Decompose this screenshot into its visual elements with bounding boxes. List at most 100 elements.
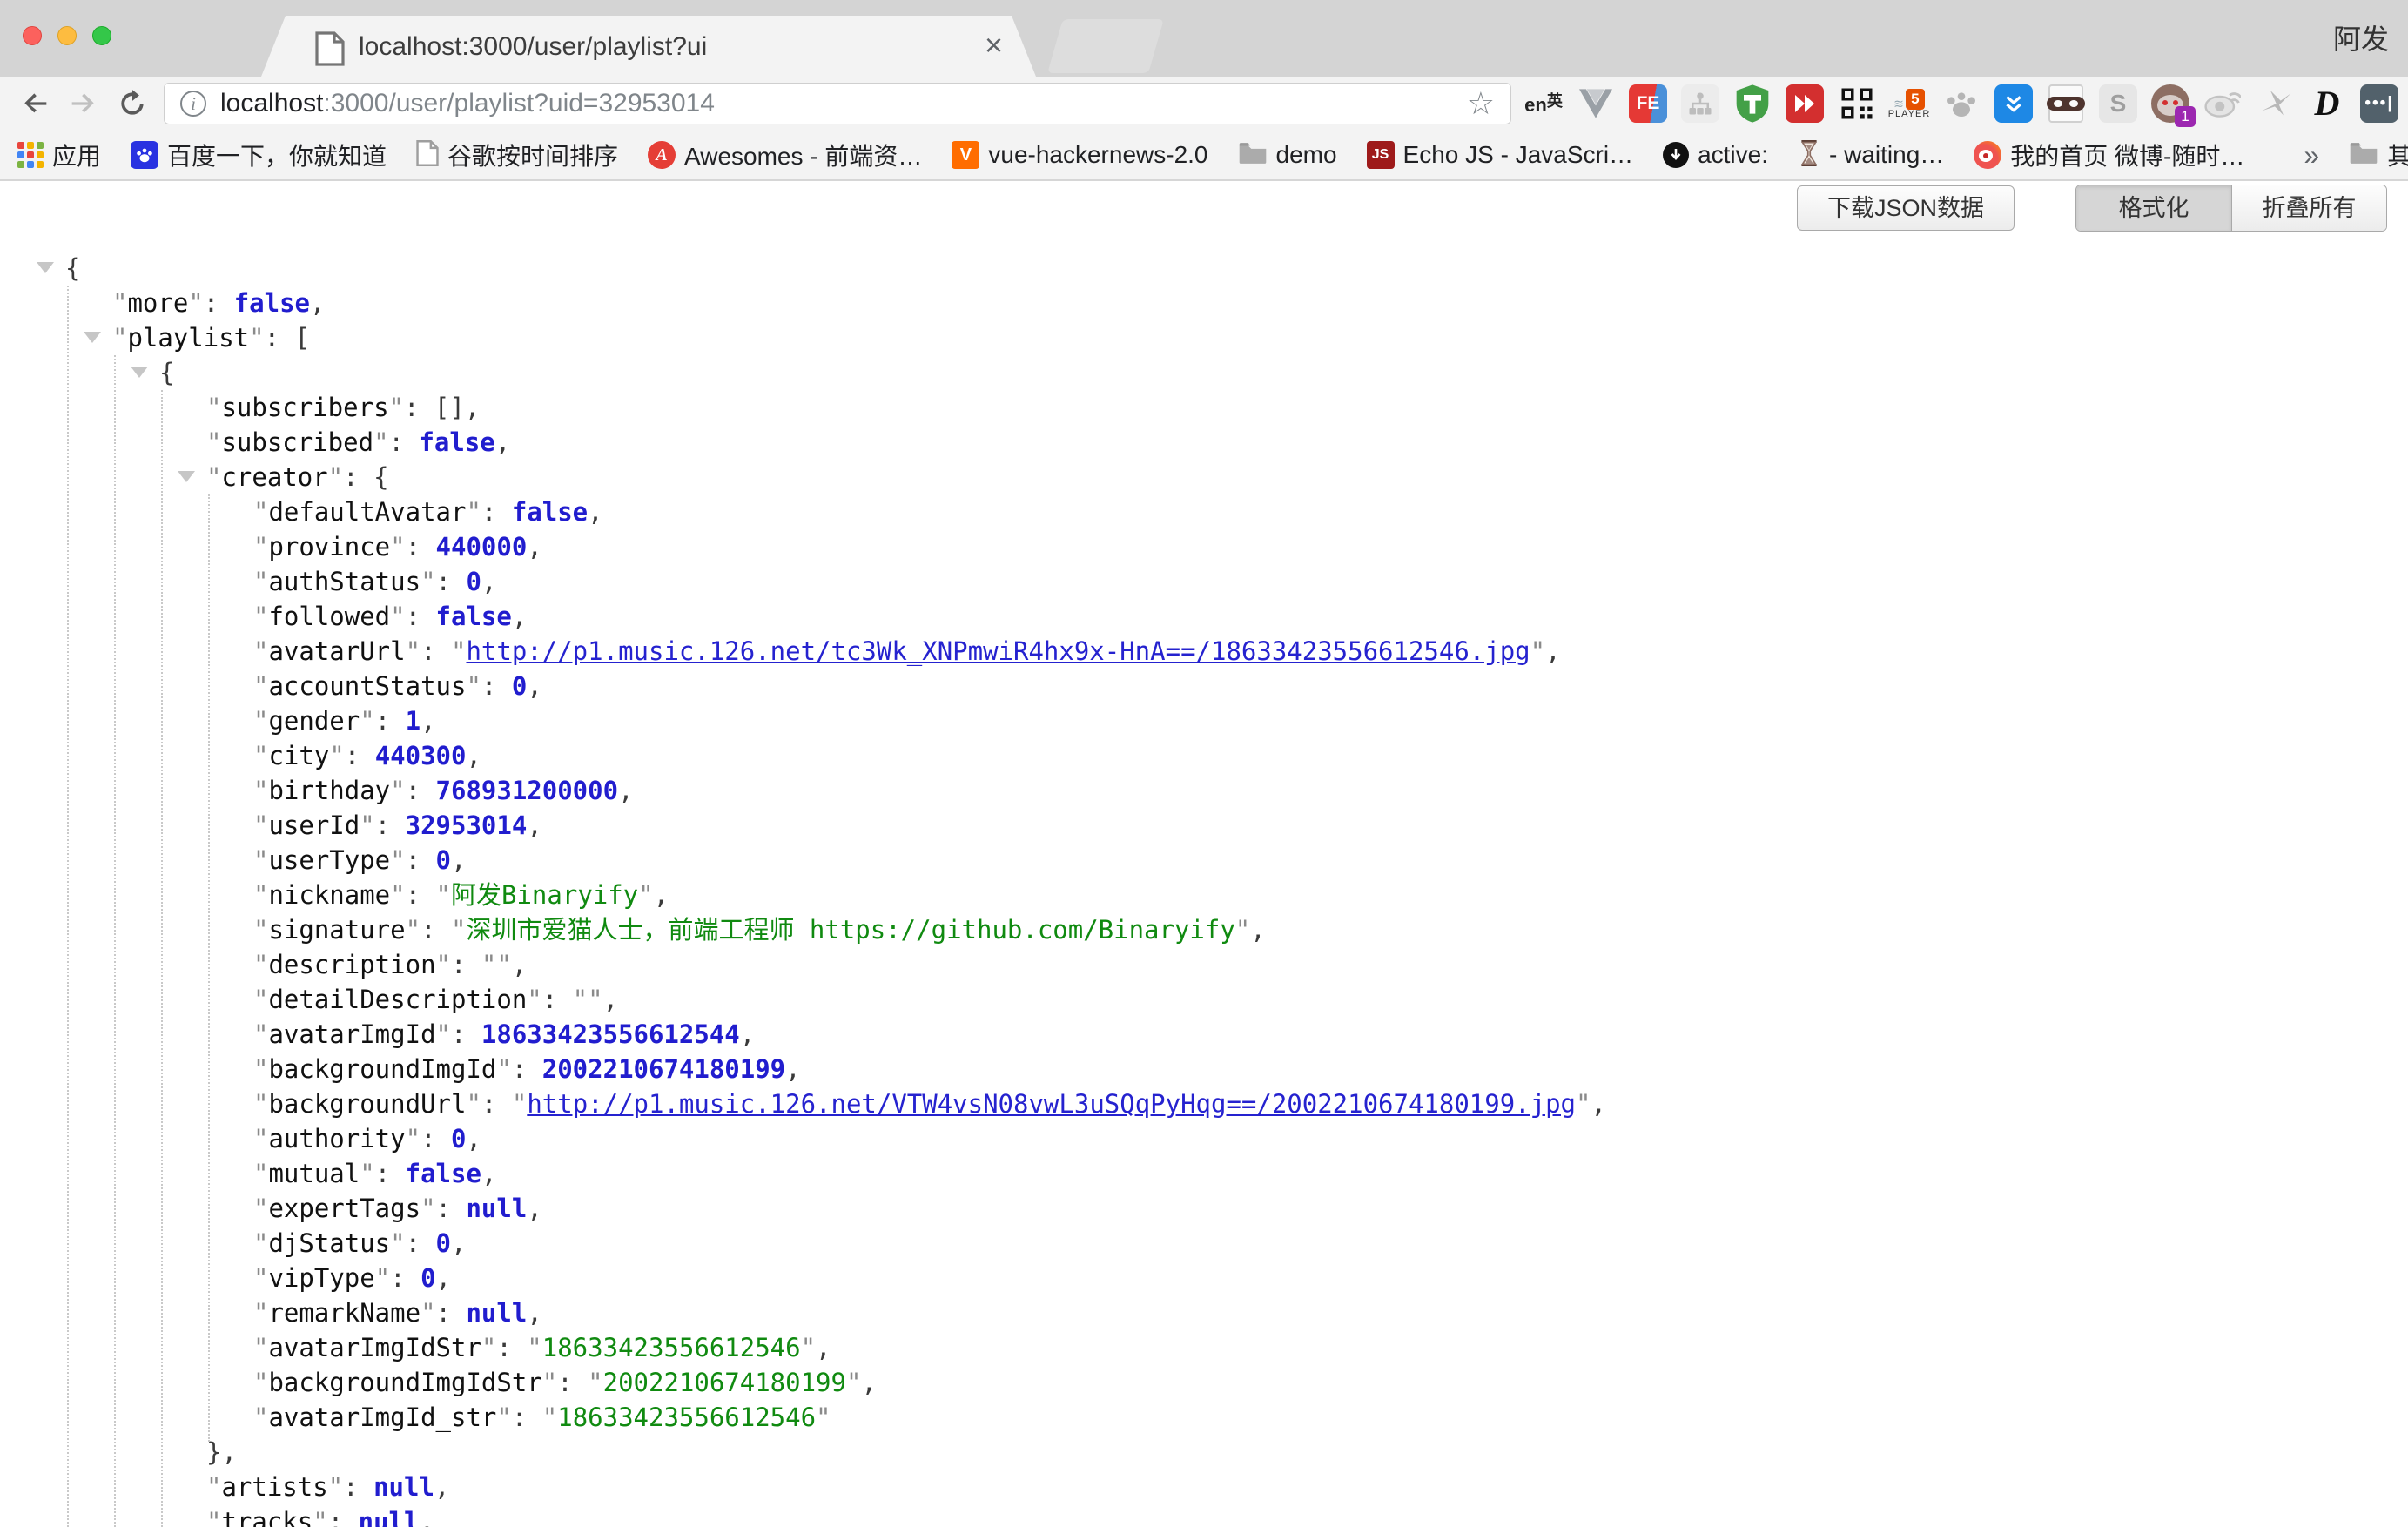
json-token: , (740, 1019, 755, 1049)
bookmark-echojs[interactable]: JSEcho JS - JavaScri… (1367, 141, 1634, 169)
new-tab-button[interactable] (1047, 19, 1164, 73)
back-button[interactable] (10, 79, 59, 128)
tampermonkey-extension-icon[interactable]: 1 (2150, 84, 2190, 124)
json-token: " (390, 845, 405, 875)
json-link[interactable]: http://p1.music.126.net/tc3Wk_XNPmwiR4hx… (466, 636, 1530, 666)
bookmark-baidu[interactable]: 百度一下，你就知道 (131, 138, 387, 172)
vue-devtools-extension-icon[interactable] (1576, 84, 1616, 124)
json-line: "authority": 0, (0, 1121, 2408, 1156)
translate-extension-icon[interactable]: en英 (1523, 84, 1564, 124)
video-speed-extension-icon[interactable] (1785, 84, 1825, 124)
page-info-icon[interactable]: i (180, 91, 206, 117)
url-text[interactable]: localhost:3000/user/playlist?uid=3295301… (220, 89, 1460, 118)
json-token: tracks (221, 1507, 313, 1527)
bookmark-apps[interactable]: 应用 (17, 138, 101, 172)
qrcode-extension-icon[interactable] (1837, 84, 1877, 124)
collapse-all-button[interactable]: 折叠所有 (2231, 185, 2386, 231)
json-token: " (436, 950, 451, 979)
json-token: " (253, 497, 268, 527)
fehelper-extension-icon[interactable]: FE (1628, 84, 1668, 124)
json-token: 32953014 (406, 811, 528, 840)
json-token: backgroundImgIdStr (268, 1368, 541, 1397)
devdocs-extension-icon[interactable]: D (2307, 84, 2347, 124)
json-line: "nickname": "阿发Binaryify", (0, 878, 2408, 912)
omnibox[interactable]: i localhost:3000/user/playlist?uid=32953… (164, 83, 1511, 124)
mask-document-extension-icon[interactable] (2046, 84, 2086, 124)
json-token: nickname (268, 880, 390, 910)
json-token: signature (268, 915, 405, 945)
json-token: , (527, 811, 541, 840)
json-line: "userType": 0, (0, 843, 2408, 878)
zoom-window-button[interactable] (92, 26, 111, 45)
download-json-button[interactable]: 下载JSON数据 (1797, 185, 2015, 231)
json-token: : (420, 915, 451, 945)
bookmark-label: 我的首页 微博-随时… (2010, 138, 2244, 172)
json-token: , (1545, 636, 1560, 666)
json-token: 440300 (375, 741, 467, 770)
blue-chevrons-extension-icon[interactable] (1994, 84, 2034, 124)
profile-name[interactable]: 阿发 (2333, 17, 2389, 57)
bookmark-waiting[interactable]: - waiting… (1798, 139, 1944, 172)
bookmarks-overflow-chevron[interactable]: » (2304, 139, 2319, 172)
other-bookmarks-label: 其他书签 (2387, 138, 2408, 172)
json-line: "vipType": 0, (0, 1261, 2408, 1295)
json-viewer: {"more": false,"playlist": [{"subscriber… (0, 251, 2408, 1527)
collapse-toggle-icon[interactable] (84, 332, 101, 343)
bookmark-weibo-home[interactable]: 我的首页 微博-随时… (1974, 138, 2244, 172)
reload-button[interactable] (108, 79, 157, 128)
json-token: " (253, 1089, 268, 1119)
other-bookmarks[interactable]: 其他书签 (2349, 138, 2408, 172)
page-icon (416, 139, 439, 172)
close-window-button[interactable] (23, 26, 42, 45)
collapse-toggle-icon[interactable] (131, 367, 148, 378)
json-link[interactable]: http://p1.music.126.net/VTW4vsN08vwL3uSQ… (527, 1089, 1576, 1119)
bookmark-label: Echo JS - JavaScri… (1403, 141, 1634, 169)
paw-extension-icon[interactable] (1941, 84, 1981, 124)
bookmark-active[interactable]: active: (1663, 141, 1768, 169)
json-token: , (420, 706, 435, 736)
hummingbird-extension-icon[interactable] (2255, 84, 2295, 124)
json-line: "description": "", (0, 947, 2408, 982)
json-token: gender (268, 706, 360, 736)
weibo-extension-icon[interactable] (2203, 84, 2243, 124)
collapse-toggle-icon[interactable] (178, 471, 195, 482)
minimize-window-button[interactable] (57, 26, 77, 45)
json-token: " (253, 741, 268, 770)
json-token: " (253, 1054, 268, 1084)
s-extension-icon[interactable]: S (2098, 84, 2138, 124)
bookmark-demo-folder[interactable]: demo (1238, 141, 1337, 170)
json-token: : (436, 567, 467, 596)
bookmark-awesomes[interactable]: AAwesomes - 前端资… (648, 138, 922, 172)
json-token: " (512, 1089, 527, 1119)
json-line: "backgroundImgIdStr": "2002210674180199"… (0, 1365, 2408, 1400)
bookmark-star-icon[interactable]: ☆ (1467, 85, 1495, 122)
browser-tab[interactable]: localhost:3000/user/playlist?ui × (261, 16, 1036, 77)
forward-button[interactable] (59, 79, 108, 128)
bookmark-google-sort[interactable]: 谷歌按时间排序 (416, 138, 618, 172)
bookmark-vue-hackernews[interactable]: Vvue-hackernews-2.0 (952, 141, 1207, 169)
password-manager-extension-icon[interactable]: •••| (2359, 84, 2399, 124)
json-token: , (451, 1228, 466, 1258)
json-token: avatarImgId_str (268, 1403, 496, 1432)
json-token: null (466, 1298, 527, 1328)
json-token: , (481, 567, 496, 596)
html5-player-extension-icon[interactable]: ≋5PLAYER (1889, 84, 1929, 124)
json-token: mutual (268, 1159, 360, 1188)
collapse-toggle-icon[interactable] (37, 262, 54, 273)
tab-close-icon[interactable]: × (985, 26, 1003, 64)
json-token: " (420, 567, 435, 596)
json-token: 18633423556612546 (557, 1403, 816, 1432)
format-button[interactable]: 格式化 (2076, 185, 2231, 231)
shield-t-extension-icon[interactable] (1732, 84, 1772, 124)
json-token: remarkName (268, 1298, 420, 1328)
json-token: 2002210674180199 (603, 1368, 846, 1397)
json-line: "accountStatus": 0, (0, 669, 2408, 703)
json-token: userType (268, 845, 390, 875)
json-token: city (268, 741, 329, 770)
activedown-icon (1663, 142, 1689, 168)
bookmark-label: 谷歌按时间排序 (447, 138, 618, 172)
json-token: playlist (127, 323, 249, 353)
json-token: avatarImgId (268, 1019, 435, 1049)
json-token: , (1250, 915, 1265, 945)
sitemap-extension-icon[interactable] (1680, 84, 1720, 124)
